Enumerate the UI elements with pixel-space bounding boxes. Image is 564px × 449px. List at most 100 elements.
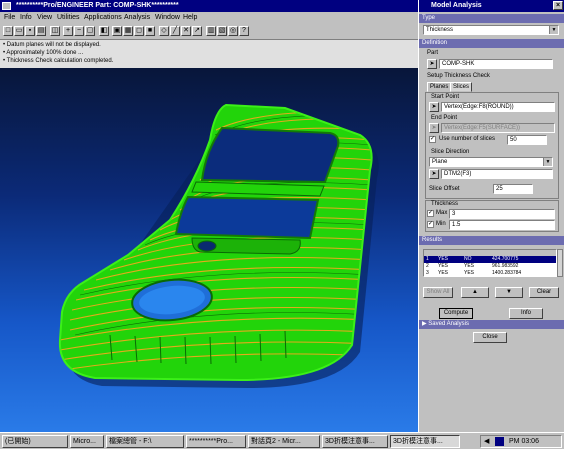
taskbar-item[interactable]: Micro... <box>70 435 104 448</box>
table-row[interactable]: 1 YES NO 424.700775 <box>424 256 556 263</box>
table-row[interactable]: 2 YES YES 961.983592 <box>424 263 556 270</box>
screenshot: **********Pro/ENGINEER Part: COMP-SHK***… <box>0 0 564 449</box>
clear-button[interactable]: Clear <box>529 287 559 298</box>
info-button[interactable]: Info <box>509 308 543 319</box>
slice-direction-select[interactable]: Plane ▼ <box>429 157 553 167</box>
datum-points-icon[interactable]: ✕ <box>181 26 191 36</box>
datum-axes-icon[interactable]: ╱ <box>170 26 180 36</box>
saved-analysis-label: Saved Analysis <box>428 321 469 327</box>
dialog-titlebar[interactable]: Model Analysis × <box>419 0 564 12</box>
menu-window[interactable]: Window <box>155 13 180 23</box>
network-icon[interactable] <box>495 437 504 446</box>
menu-help[interactable]: Help <box>183 13 197 23</box>
system-tray: ◀ PM 03:06 <box>480 435 562 448</box>
row-index: 2 <box>426 263 429 269</box>
table-row[interactable]: 3 YES YES 1400.283784 <box>424 270 556 276</box>
menu-applications[interactable]: Applications <box>84 13 122 23</box>
end-point-arrow-icon: ➤ <box>429 123 439 133</box>
menu-view[interactable]: View <box>37 13 52 23</box>
datum-planes-icon[interactable]: ◇ <box>159 26 169 36</box>
wireframe-icon[interactable]: ▣ <box>112 26 122 36</box>
plane-field[interactable]: DTM2(F3) <box>441 169 553 179</box>
start-button[interactable]: (已開始) <box>2 435 68 448</box>
results-section-header: Results <box>419 236 564 245</box>
slices-count-field[interactable]: 50 <box>507 135 547 145</box>
type-select[interactable]: Thickness ▼ <box>423 25 559 35</box>
row-index: 1 <box>426 256 429 262</box>
slice-offset-label: Slice Offset <box>429 186 460 192</box>
zoom-in-icon[interactable]: + <box>63 26 73 36</box>
taskbar-item[interactable]: 檔案總管 - F:\ <box>106 435 184 448</box>
message-line: • Thickness Check calculation completed. <box>3 58 114 64</box>
menu-bar: File Info View Utilities Applications An… <box>0 12 422 24</box>
part-model-view <box>58 103 379 388</box>
row-index: 3 <box>426 270 429 276</box>
small-hole <box>197 240 217 252</box>
tab-slices[interactable]: Slices <box>450 82 473 92</box>
print-icon[interactable]: ▤ <box>36 26 46 36</box>
save-icon[interactable]: ▪ <box>25 26 35 36</box>
results-list[interactable]: 1 YES NO 424.700775 2 YES YES 961.983592… <box>423 249 557 277</box>
taskbar-item[interactable]: **********Pro... <box>186 435 246 448</box>
message-line: • Approximately 100% done ... <box>3 50 84 56</box>
context-help-icon[interactable]: ? <box>239 26 249 36</box>
show-all-button[interactable]: Show All <box>423 287 453 298</box>
start-point-label: Start Point <box>431 94 460 100</box>
model-tree-icon[interactable]: ▥ <box>206 26 216 36</box>
start-point-field[interactable]: Vertex(Edge:F8(ROUND)) <box>441 102 555 112</box>
min-checkbox[interactable]: ✓ <box>427 221 434 228</box>
close-icon[interactable]: × <box>553 1 563 10</box>
taskbar-item[interactable]: 對話頁2 - Micr... <box>248 435 320 448</box>
hidden-line-icon[interactable]: ▦ <box>123 26 133 36</box>
part-field[interactable]: COMP-SHK <box>439 59 553 69</box>
repaint-icon[interactable]: ◫ <box>50 26 60 36</box>
zoom-out-icon[interactable]: − <box>74 26 84 36</box>
orient-icon[interactable]: ◧ <box>99 26 109 36</box>
thickness-label: Thickness <box>431 201 459 207</box>
triangle-down-icon[interactable]: ▼ <box>495 287 523 298</box>
main-window-title: **********Pro/ENGINEER Part: COMP-SHK***… <box>16 2 179 9</box>
definition-section-header: Definition <box>419 39 564 48</box>
plane-select-arrow-icon[interactable]: ➤ <box>429 169 439 179</box>
graphics-area[interactable] <box>0 68 422 432</box>
new-icon[interactable]: □ <box>3 26 13 36</box>
clock[interactable]: PM 03:06 <box>509 436 539 447</box>
triangle-up-icon[interactable]: ▲ <box>461 287 489 298</box>
chevron-down-icon: ▼ <box>543 158 552 166</box>
max-field[interactable]: 3 <box>449 209 555 219</box>
shading-icon[interactable]: ■ <box>145 26 155 36</box>
window-opening <box>200 126 340 184</box>
part-select-arrow-icon[interactable]: ➤ <box>427 59 437 69</box>
slice-direction-label: Slice Direction <box>431 149 470 155</box>
min-field[interactable]: 1.5 <box>449 220 555 230</box>
main-window-titlebar[interactable]: **********Pro/ENGINEER Part: COMP-SHK***… <box>0 0 422 12</box>
close-button[interactable]: Close <box>473 332 507 343</box>
layers-icon[interactable]: ▧ <box>217 26 227 36</box>
min-label: Min <box>436 221 446 227</box>
menu-file[interactable]: File <box>4 13 15 23</box>
slice-offset-field[interactable]: 25 <box>493 184 533 194</box>
use-slices-checkbox[interactable]: ✓ <box>429 136 436 143</box>
start-point-arrow-icon[interactable]: ➤ <box>429 102 439 112</box>
spin-center-icon[interactable]: ◎ <box>228 26 238 36</box>
open-icon[interactable]: ▭ <box>14 26 24 36</box>
taskbar-item[interactable]: 3D折模注意事... <box>322 435 388 448</box>
speaker-icon[interactable]: ◀ <box>484 436 489 447</box>
menu-utilities[interactable]: Utilities <box>57 13 80 23</box>
setup-label: Setup Thickness Check <box>427 73 490 79</box>
tab-planes[interactable]: Planes <box>427 82 452 92</box>
csys-icon[interactable]: ↗ <box>192 26 202 36</box>
max-checkbox[interactable]: ✓ <box>427 210 434 217</box>
menu-analysis[interactable]: Analysis <box>124 13 150 23</box>
row-min-flag: NO <box>464 256 472 262</box>
refit-icon[interactable]: ▢ <box>85 26 95 36</box>
taskbar-item-active[interactable]: 3D折模注意事... <box>390 435 460 448</box>
app-icon <box>2 2 11 10</box>
row-value: 424.700775 <box>492 256 519 262</box>
results-scrollbar[interactable] <box>557 249 563 277</box>
row-max-flag: YES <box>438 270 449 276</box>
saved-analysis-header[interactable]: ▶ Saved Analysis <box>419 320 564 329</box>
no-hidden-icon[interactable]: ◻ <box>134 26 144 36</box>
menu-info[interactable]: Info <box>20 13 32 23</box>
compute-button[interactable]: Compute <box>439 308 473 319</box>
